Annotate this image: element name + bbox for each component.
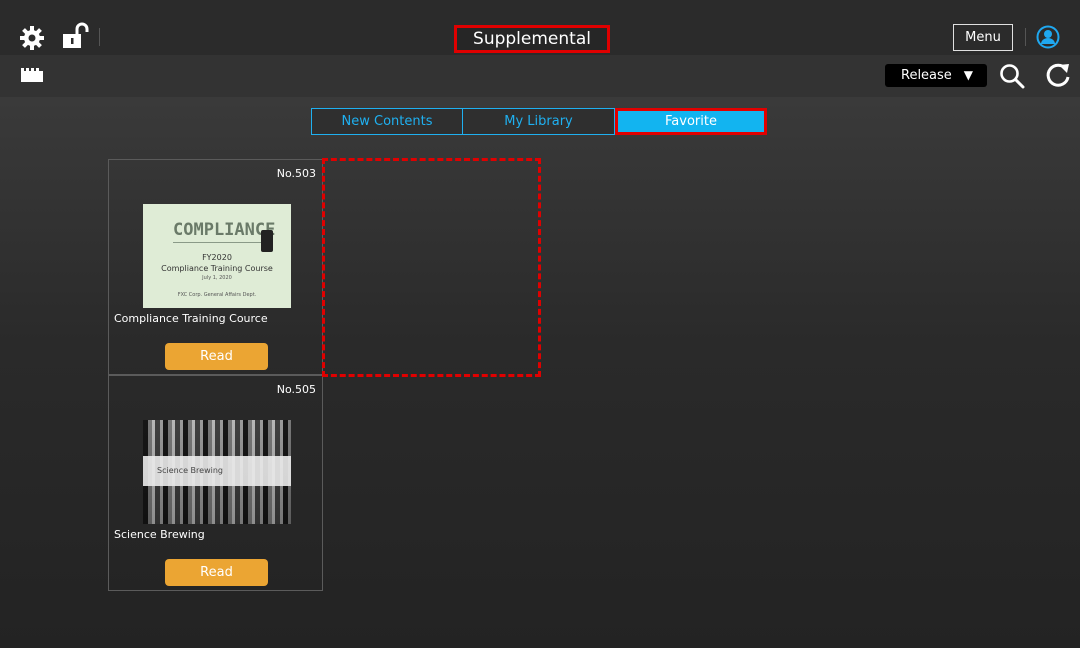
release-dropdown[interactable]: Release ▼ (885, 64, 987, 87)
thumbnail-image[interactable]: Science Brewing (143, 420, 291, 524)
empty-slot-highlight (322, 158, 541, 377)
chevron-down-icon: ▼ (963, 68, 973, 82)
tab-bar: New Contents My Library Favorite (311, 108, 767, 135)
thumbnail-line: FXC Corp. General Affairs Dept. (177, 292, 257, 298)
hand-icon (261, 230, 273, 252)
video-icon[interactable] (20, 66, 44, 84)
item-title: Compliance Training Cource (114, 312, 268, 325)
tab-new-contents[interactable]: New Contents (311, 108, 463, 135)
thumbnail-caption: Science Brewing (143, 456, 291, 486)
thumbnail-line: Compliance Training Course (161, 264, 273, 273)
page-title: Supplemental (454, 25, 610, 53)
read-button[interactable]: Read (165, 559, 268, 586)
content-card: No.505 Science Brewing Science Brewing R… (108, 375, 323, 591)
menu-button[interactable]: Menu (953, 24, 1013, 51)
header-divider (99, 28, 100, 46)
read-button[interactable]: Read (165, 343, 268, 370)
tab-favorite[interactable]: Favorite (615, 108, 767, 135)
item-number: No.503 (276, 167, 316, 180)
unlock-icon[interactable] (60, 22, 92, 50)
user-icon[interactable] (1036, 25, 1060, 49)
item-number: No.505 (276, 383, 316, 396)
release-label: Release (901, 68, 952, 83)
thumbnail-line: FY2020 (202, 253, 232, 262)
refresh-icon[interactable] (1044, 61, 1072, 89)
item-title: Science Brewing (114, 528, 205, 541)
content-card: No.503 COMPLIANCE FY2020 Compliance Trai… (108, 159, 323, 375)
thumbnail-divider (173, 242, 263, 243)
tab-my-library[interactable]: My Library (463, 108, 615, 135)
thumbnail-line: July 1, 2020 (202, 275, 232, 281)
thumbnail-image[interactable]: COMPLIANCE FY2020 Compliance Training Co… (143, 204, 291, 308)
gear-icon[interactable] (18, 24, 46, 52)
thumbnail-heading: COMPLIANCE (173, 220, 276, 240)
search-icon[interactable] (998, 62, 1026, 90)
header-divider-right (1025, 28, 1026, 46)
